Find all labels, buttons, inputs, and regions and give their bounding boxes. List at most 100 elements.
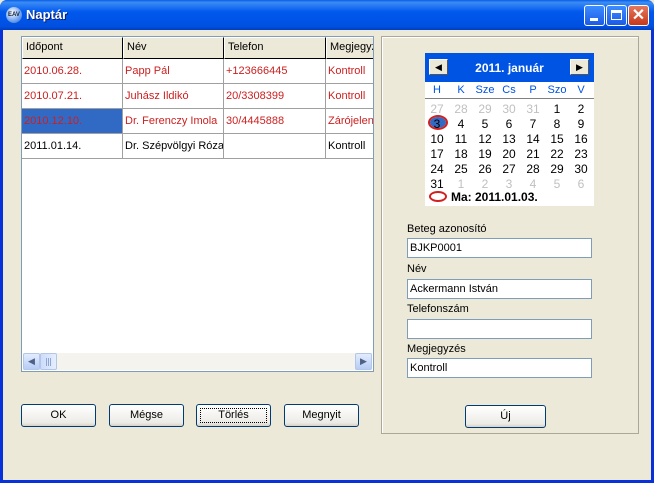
calendar-prev-icon[interactable]: ◀ bbox=[429, 59, 448, 75]
calendar-day[interactable]: 30 bbox=[569, 162, 593, 176]
calendar-day[interactable]: 28 bbox=[449, 102, 473, 116]
calendar-day[interactable]: 25 bbox=[449, 162, 473, 176]
cell-phone bbox=[224, 134, 326, 159]
calendar-day[interactable]: 19 bbox=[473, 147, 497, 161]
phone-field[interactable] bbox=[407, 319, 592, 339]
calendar-day-number: 4 bbox=[529, 177, 537, 191]
calendar-day[interactable]: 17 bbox=[425, 147, 449, 161]
calendar-day-today[interactable]: 3 bbox=[425, 115, 449, 131]
calendar-day-number: 6 bbox=[505, 117, 513, 131]
column-header-note[interactable]: Megjegyzés bbox=[326, 37, 373, 59]
calendar-day[interactable]: 9 bbox=[569, 117, 593, 131]
calendar-day[interactable]: 6 bbox=[497, 117, 521, 131]
weekday-label: Sze bbox=[475, 84, 495, 96]
cell-date: 2010.06.28. bbox=[22, 59, 123, 84]
calendar-day-number: 31 bbox=[526, 102, 540, 116]
cell-date: 2010.07.21. bbox=[22, 84, 123, 109]
patient-id-field[interactable]: BJKP0001 bbox=[407, 238, 592, 258]
today-label: Ma: 2011.01.03. bbox=[451, 190, 538, 204]
calendar-day[interactable]: 31 bbox=[425, 177, 449, 191]
calendar-day[interactable]: 2 bbox=[569, 102, 593, 116]
note-field[interactable]: Kontroll bbox=[407, 358, 592, 378]
calendar-day[interactable]: 31 bbox=[521, 102, 545, 116]
calendar-day-number: 13 bbox=[502, 132, 516, 146]
calendar-day[interactable]: 16 bbox=[569, 132, 593, 146]
column-header-date[interactable]: Időpont bbox=[22, 37, 123, 59]
calendar-day[interactable]: 30 bbox=[497, 102, 521, 116]
calendar-day-number: 24 bbox=[430, 162, 444, 176]
calendar-day[interactable]: 1 bbox=[449, 177, 473, 191]
calendar-day[interactable]: 12 bbox=[473, 132, 497, 146]
calendar-day[interactable]: 27 bbox=[497, 162, 521, 176]
calendar-day-number: 23 bbox=[574, 147, 588, 161]
calendar-day[interactable]: 4 bbox=[521, 177, 545, 191]
scroll-left-icon[interactable]: ◀ bbox=[23, 353, 40, 370]
calendar-day-number: 3 bbox=[433, 117, 441, 131]
calendar-day[interactable]: 2 bbox=[473, 177, 497, 191]
new-button[interactable]: Új bbox=[465, 405, 546, 428]
calendar-day-number: 26 bbox=[478, 162, 492, 176]
calendar-day[interactable]: 5 bbox=[473, 117, 497, 131]
calendar-day[interactable]: 22 bbox=[545, 147, 569, 161]
calendar-day-number: 30 bbox=[574, 162, 588, 176]
cell-phone: +123666445 bbox=[224, 59, 326, 84]
cancel-button[interactable]: Mégse bbox=[109, 404, 184, 427]
calendar-day[interactable]: 3 bbox=[497, 177, 521, 191]
calendar-day[interactable]: 13 bbox=[497, 132, 521, 146]
cell-note: Kontroll bbox=[326, 59, 373, 84]
month-calendar[interactable]: 2011. január ◀ ▶ H K Sze Cs P Szo V 27 28… bbox=[425, 53, 594, 206]
calendar-day-number: 9 bbox=[577, 117, 585, 131]
calendar-day[interactable]: 20 bbox=[497, 147, 521, 161]
weekday-label: V bbox=[577, 84, 585, 96]
calendar-day[interactable]: 26 bbox=[473, 162, 497, 176]
scroll-thumb[interactable] bbox=[40, 353, 57, 370]
name-label: Név bbox=[407, 263, 427, 275]
table-row[interactable]: 2010.06.28. Papp Pál +123666445 Kontroll bbox=[22, 59, 373, 84]
table-row-selected[interactable]: 2010.12.10. Dr. Ferenczy Imola 30/444588… bbox=[22, 109, 373, 134]
horizontal-scrollbar[interactable]: ◀ ▶ bbox=[23, 353, 372, 370]
calendar-day[interactable]: 23 bbox=[569, 147, 593, 161]
close-button[interactable]: ✕ bbox=[628, 5, 649, 26]
calendar-day[interactable]: 24 bbox=[425, 162, 449, 176]
calendar-day[interactable]: 21 bbox=[521, 147, 545, 161]
table-row[interactable]: 2011.01.14. Dr. Szépvölgyi Róza Kontroll bbox=[22, 134, 373, 159]
appointments-grid[interactable]: Időpont Név Telefon Megjegyzés 2010.06.2… bbox=[21, 36, 374, 372]
delete-button[interactable]: Törlés bbox=[196, 404, 271, 427]
scroll-right-icon[interactable]: ▶ bbox=[355, 353, 372, 370]
calendar-day-number: 14 bbox=[526, 132, 540, 146]
calendar-day[interactable]: 11 bbox=[449, 132, 473, 146]
calendar-day[interactable]: 10 bbox=[425, 132, 449, 146]
calendar-day[interactable]: 15 bbox=[545, 132, 569, 146]
cell-note: Zárójelentés bbox=[326, 109, 373, 134]
cell-note: Kontroll bbox=[326, 134, 373, 159]
calendar-day[interactable]: 28 bbox=[521, 162, 545, 176]
calendar-day[interactable]: 27 bbox=[425, 102, 449, 116]
column-header-name[interactable]: Név bbox=[123, 37, 224, 59]
ok-button[interactable]: OK bbox=[21, 404, 96, 427]
maximize-button[interactable] bbox=[606, 5, 627, 26]
calendar-day[interactable]: 18 bbox=[449, 147, 473, 161]
minimize-button[interactable] bbox=[584, 5, 605, 26]
table-row[interactable]: 2010.07.21. Juhász Ildikó 20/3308399 Kon… bbox=[22, 84, 373, 109]
calendar-day-number: 2 bbox=[577, 102, 585, 116]
calendar-day[interactable]: 29 bbox=[545, 162, 569, 176]
calendar-day[interactable]: 14 bbox=[521, 132, 545, 146]
calendar-day-number: 1 bbox=[457, 177, 465, 191]
title-bar[interactable]: EAV Naptár ✕ bbox=[0, 0, 654, 30]
calendar-next-icon[interactable]: ▶ bbox=[570, 59, 589, 75]
calendar-month-label[interactable]: 2011. január bbox=[425, 61, 594, 75]
calendar-day[interactable]: 8 bbox=[545, 117, 569, 131]
cell-phone: 30/4445888 bbox=[224, 109, 326, 134]
calendar-day[interactable]: 4 bbox=[449, 117, 473, 131]
calendar-day[interactable]: 29 bbox=[473, 102, 497, 116]
calendar-day[interactable]: 7 bbox=[521, 117, 545, 131]
calendar-day[interactable]: 1 bbox=[545, 102, 569, 116]
open-button[interactable]: Megnyit bbox=[284, 404, 359, 427]
calendar-day[interactable]: 6 bbox=[569, 177, 593, 191]
name-field[interactable]: Ackermann István bbox=[407, 279, 592, 299]
calendar-day-number: 29 bbox=[550, 162, 564, 176]
calendar-today[interactable]: Ma: 2011.01.03. bbox=[425, 190, 594, 206]
calendar-day-number: 28 bbox=[526, 162, 540, 176]
calendar-day[interactable]: 5 bbox=[545, 177, 569, 191]
column-header-phone[interactable]: Telefon bbox=[224, 37, 326, 59]
